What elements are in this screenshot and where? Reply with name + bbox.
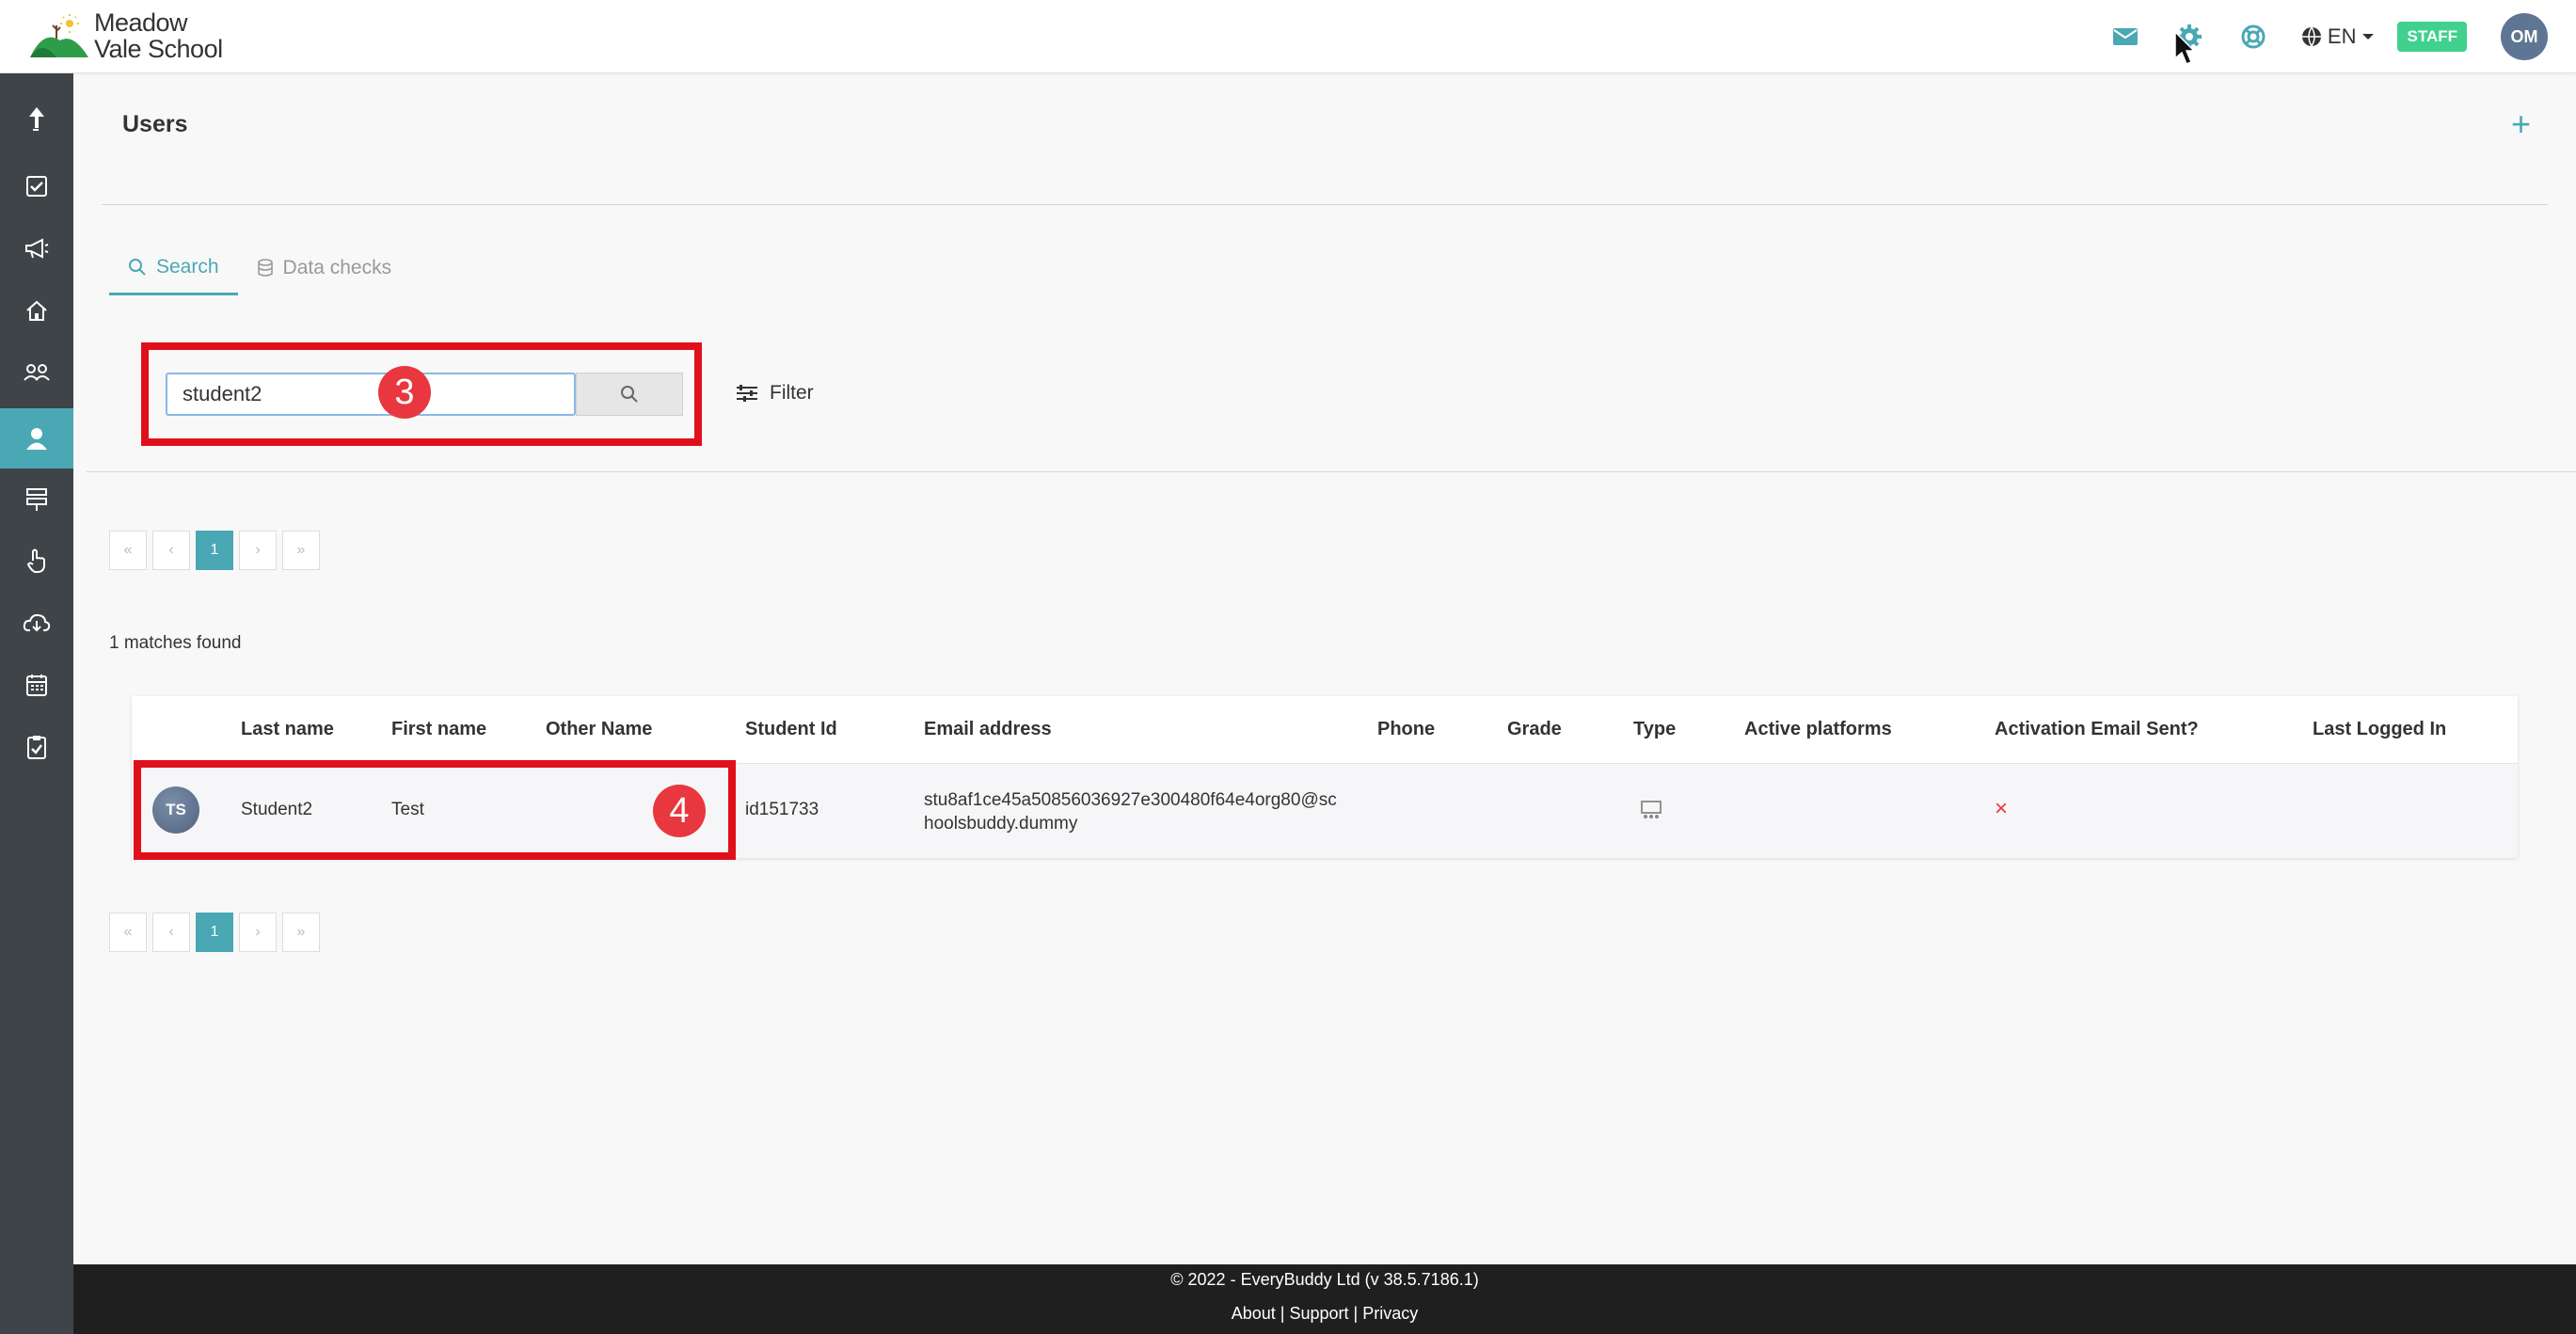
annotation-box-step-4 — [134, 760, 736, 860]
tab-search-label: Search — [156, 255, 219, 278]
sliders-icon — [737, 385, 757, 402]
cell-email-line-1: stu8af1ce45a50856036927e300480f64e4org80… — [924, 790, 1337, 810]
column-header-active-platforms[interactable]: Active platforms — [1744, 719, 1892, 740]
top-bar: Meadow Vale School EN STAFF OM — [0, 0, 2576, 73]
add-user-button[interactable]: + — [2511, 107, 2531, 141]
staff-badge: STAFF — [2397, 22, 2467, 52]
footer: © 2022 - EveryBuddy Ltd (v 38.5.7186.1) … — [73, 1264, 2576, 1334]
annotation-badge-step-4: 4 — [653, 785, 706, 837]
checkbox-icon — [26, 176, 47, 197]
clipboard-check-icon — [27, 736, 46, 759]
cloud-download-icon — [23, 613, 51, 632]
user-avatar[interactable]: OM — [2501, 13, 2548, 60]
pagination-page-current[interactable]: 1 — [196, 531, 233, 570]
column-header-first-name[interactable]: First name — [391, 719, 486, 740]
table-header: Last name First name Other Name Student … — [132, 696, 2518, 764]
pagination-prev[interactable]: ‹ — [152, 531, 190, 570]
logo-line-2: Vale School — [94, 35, 223, 63]
pagination-bottom: « ‹ 1 › » — [109, 913, 326, 952]
column-header-phone[interactable]: Phone — [1377, 719, 1435, 740]
column-header-other-name[interactable]: Other Name — [546, 719, 652, 740]
cell-activation-email-sent: × — [1995, 796, 2009, 821]
mail-icon[interactable] — [2109, 21, 2141, 53]
help-lifebuoy-icon[interactable] — [2237, 21, 2269, 53]
tab-data-checks[interactable]: Data checks — [238, 248, 411, 288]
main-content: Users + Search Data checks Filter 3 « ‹ … — [73, 73, 2576, 1264]
arrow-up-icon — [29, 107, 44, 131]
cell-email: stu8af1ce45a50856036927e300480f64e4org80… — [924, 788, 1337, 835]
sidebar-item-collapse[interactable] — [0, 88, 73, 149]
cell-email-line-2: hoolsbuddy.dummy — [924, 814, 1078, 834]
pagination-next[interactable]: › — [239, 913, 277, 952]
cell-student-id: id151733 — [745, 800, 819, 819]
column-header-email[interactable]: Email address — [924, 719, 1052, 740]
footer-links: About | Support | Privacy — [73, 1304, 2576, 1324]
caret-down-icon — [2362, 34, 2375, 40]
search-icon — [129, 258, 146, 276]
pagination-first[interactable]: « — [109, 531, 147, 570]
sidebar-item-signposts[interactable] — [0, 468, 73, 529]
home-icon — [26, 300, 47, 321]
pagination-prev[interactable]: ‹ — [152, 913, 190, 952]
footer-link-about[interactable]: About — [1232, 1304, 1276, 1323]
sidebar-item-users[interactable] — [0, 408, 73, 468]
globe-icon — [2301, 26, 2321, 47]
column-header-activation-email-sent[interactable]: Activation Email Sent? — [1995, 719, 2199, 740]
footer-separator: | — [1280, 1304, 1285, 1323]
database-icon — [257, 259, 273, 277]
column-header-last-name[interactable]: Last name — [241, 719, 334, 740]
column-header-last-logged-in[interactable]: Last Logged In — [2313, 719, 2446, 740]
pagination-first[interactable]: « — [109, 913, 147, 952]
column-header-student-id[interactable]: Student Id — [745, 719, 837, 740]
tab-data-checks-label: Data checks — [282, 257, 392, 278]
pagination-page-current[interactable]: 1 — [196, 913, 233, 952]
sidebar-item-home[interactable] — [0, 280, 73, 341]
pagination-next[interactable]: › — [239, 531, 277, 570]
divider — [102, 204, 2548, 205]
sidebar-item-forms[interactable] — [0, 717, 73, 777]
signpost-icon — [26, 488, 47, 511]
column-header-type[interactable]: Type — [1633, 719, 1676, 740]
sidebar-item-consent[interactable] — [0, 531, 73, 591]
group-icon — [24, 364, 50, 381]
page-title: Users — [122, 111, 188, 137]
language-label: EN — [2327, 24, 2357, 48]
footer-separator: | — [1353, 1304, 1359, 1323]
sidebar-item-tasks[interactable] — [0, 156, 73, 216]
tab-search[interactable]: Search — [109, 248, 238, 295]
pagination-last[interactable]: » — [282, 913, 320, 952]
school-logo[interactable]: Meadow Vale School — [28, 9, 223, 62]
classroom-icon — [1639, 800, 1663, 826]
hand-pointer-icon — [26, 548, 45, 573]
logo-line-1: Meadow — [94, 8, 188, 37]
filter-button[interactable]: Filter — [736, 382, 814, 405]
sidebar-item-announcements[interactable] — [0, 218, 73, 278]
logo-hills-icon — [28, 12, 90, 59]
tab-bar: Search Data checks — [109, 248, 411, 295]
results-count: 1 matches found — [109, 633, 242, 653]
language-selector[interactable]: EN — [2301, 24, 2376, 49]
copyright-text: © 2022 - EveryBuddy Ltd (v 38.5.7186.1) — [1170, 1270, 1479, 1289]
calendar-icon — [26, 675, 47, 696]
filter-label: Filter — [770, 382, 814, 404]
pagination-last[interactable]: » — [282, 531, 320, 570]
sidebar — [0, 73, 73, 1334]
user-icon — [26, 428, 47, 450]
sidebar-item-calendar[interactable] — [0, 655, 73, 715]
sidebar-item-groups[interactable] — [0, 342, 73, 403]
mouse-cursor-icon — [2173, 30, 2196, 71]
megaphone-icon — [25, 238, 49, 259]
annotation-badge-step-3: 3 — [378, 366, 431, 419]
sidebar-item-download[interactable] — [0, 593, 73, 653]
pagination-top: « ‹ 1 › » — [109, 531, 326, 570]
column-header-grade[interactable]: Grade — [1507, 719, 1562, 740]
footer-link-support[interactable]: Support — [1289, 1304, 1348, 1323]
divider — [87, 471, 2576, 472]
footer-link-privacy[interactable]: Privacy — [1362, 1304, 1418, 1323]
